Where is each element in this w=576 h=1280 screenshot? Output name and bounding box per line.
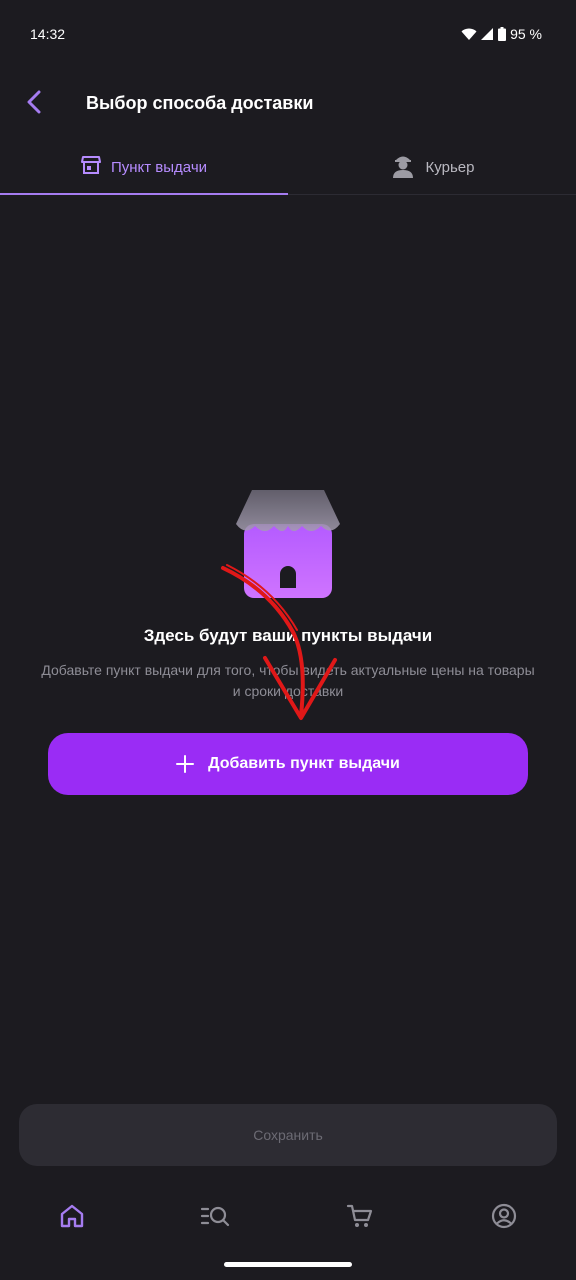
- store-icon: [80, 156, 101, 178]
- nav-catalog[interactable]: [198, 1200, 234, 1236]
- wifi-icon: [461, 28, 477, 41]
- empty-state-title: Здесь будут ваши пункты выдачи: [143, 626, 433, 645]
- active-tab-indicator: [0, 193, 288, 195]
- tab-courier[interactable]: Курьер: [288, 140, 576, 194]
- tab-label: Курьер: [425, 158, 475, 176]
- delivery-method-tabs: Пункт выдачи Курьер: [0, 140, 576, 195]
- shop-illustration: [230, 488, 346, 600]
- battery-percent: 95 %: [510, 26, 542, 42]
- plus-icon: [176, 755, 195, 773]
- add-pickup-point-button[interactable]: Добавить пункт выдачи: [48, 733, 528, 795]
- status-bar: 14:32 95 %: [0, 0, 576, 70]
- add-button-label: Добавить пункт выдачи: [208, 755, 400, 772]
- save-button[interactable]: Сохранить: [19, 1104, 557, 1166]
- empty-state-description: Добавьте пункт выдачи для того, чтобы ви…: [41, 662, 535, 699]
- tab-pickup-point[interactable]: Пункт выдачи: [0, 140, 288, 195]
- cart-icon: [346, 1203, 374, 1234]
- nav-home[interactable]: [54, 1200, 90, 1236]
- page-title: Выбор способа доставки: [86, 93, 314, 113]
- back-button[interactable]: [18, 88, 50, 120]
- cell-signal-icon: [481, 27, 494, 41]
- save-button-label: Сохранить: [253, 1127, 323, 1143]
- home-icon: [59, 1203, 85, 1234]
- status-time: 14:32: [30, 26, 66, 42]
- battery-icon: [498, 27, 507, 41]
- nav-cart[interactable]: [342, 1200, 378, 1236]
- header: Выбор способа доставки: [0, 80, 576, 130]
- profile-icon: [491, 1203, 517, 1234]
- status-icons: 95 %: [461, 26, 542, 42]
- catalog-search-icon: [200, 1203, 232, 1234]
- courier-icon: [390, 152, 416, 182]
- home-indicator[interactable]: [224, 1262, 352, 1267]
- nav-profile[interactable]: [486, 1200, 522, 1236]
- bottom-navigation: [0, 1190, 576, 1246]
- chevron-left-icon: [26, 90, 42, 119]
- tab-label: Пункт выдачи: [110, 158, 208, 176]
